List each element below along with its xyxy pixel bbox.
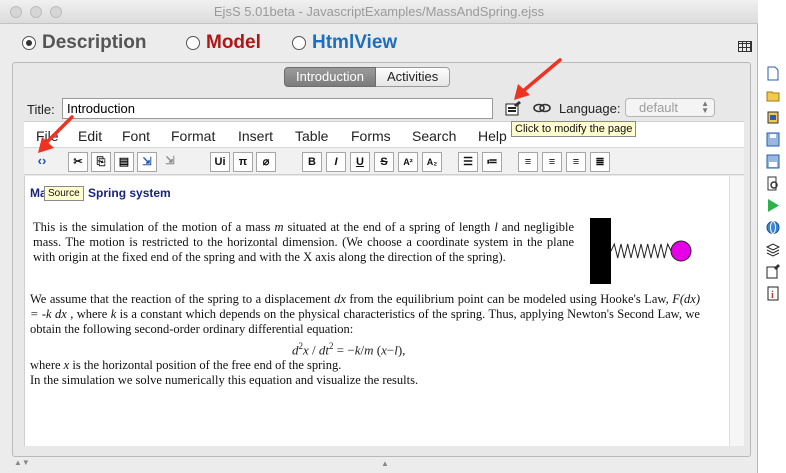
no-paint-icon[interactable]: ⌀ — [256, 152, 276, 172]
source-code-icon[interactable]: ‹› — [32, 152, 52, 172]
open-examples-icon[interactable] — [766, 110, 780, 125]
open-folder-icon[interactable] — [766, 88, 780, 103]
bold-button[interactable]: B — [302, 152, 322, 172]
italic-button[interactable]: I — [326, 152, 346, 172]
clear-icon[interactable]: ⇲ — [160, 152, 180, 172]
text-run: This is the simulation of the motion of … — [33, 220, 275, 234]
bullet-list-icon[interactable]: ☰ — [458, 152, 478, 172]
conclusion-line-1: where x is the horizontal position of th… — [30, 358, 700, 373]
menu-edit[interactable]: Edit — [78, 128, 102, 144]
text-run: where — [30, 358, 64, 372]
save-as-icon[interactable] — [766, 154, 780, 169]
svg-text:i: i — [771, 290, 774, 301]
stack-icon[interactable] — [766, 242, 780, 257]
table-grid-icon[interactable] — [738, 41, 752, 52]
subscript-button[interactable]: A₂ — [422, 152, 442, 172]
mode-description-label: Description — [42, 32, 147, 53]
new-file-icon[interactable] — [766, 66, 780, 81]
mode-htmlview-label: HtmlView — [312, 32, 398, 53]
link-icon[interactable] — [533, 102, 551, 114]
info-icon[interactable]: i — [766, 286, 780, 301]
globe-icon[interactable] — [766, 220, 780, 235]
strike-button[interactable]: S — [374, 152, 394, 172]
modify-tooltip: Click to modify the page — [511, 121, 637, 137]
right-toolbar: i — [758, 60, 786, 473]
mode-model-label: Model — [206, 32, 261, 53]
menu-help[interactable]: Help — [478, 128, 507, 144]
ode-equation: d2x / dt2 = −k/m (x−l), — [292, 341, 406, 358]
numbered-list-icon[interactable]: ≔ — [482, 152, 502, 172]
menu-table[interactable]: Table — [295, 128, 328, 144]
align-center-icon[interactable]: ≡ — [542, 152, 562, 172]
tab-activities[interactable]: Activities — [375, 67, 451, 87]
modify-page-icon[interactable] — [505, 101, 521, 116]
text-run: We assume that the reaction of the sprin… — [30, 292, 335, 306]
tab-introduction[interactable]: Introduction — [284, 67, 376, 87]
paragraph-conclusion: where x is the horizontal position of th… — [30, 358, 700, 388]
language-label: Language: — [559, 101, 621, 116]
radio-icon[interactable] — [186, 36, 200, 50]
window-title: EjsS 5.01beta - JavascriptExamples/MassA… — [213, 4, 545, 19]
menu-forms[interactable]: Forms — [351, 128, 391, 144]
run-icon[interactable] — [766, 198, 780, 213]
paragraph-hooke: We assume that the reaction of the sprin… — [30, 292, 700, 337]
select-arrows-icon: ▲ ▼ — [701, 99, 709, 115]
text-run: is a constant which depends on the physi… — [30, 307, 700, 336]
paste-special-icon[interactable]: ⇲ — [137, 152, 157, 172]
text-run: dx — [334, 292, 346, 306]
menu-insert[interactable]: Insert — [238, 128, 273, 144]
editor-scrollbar[interactable] — [729, 176, 744, 446]
page-tabs: Introduction Activities — [284, 67, 451, 87]
collapse-arrow-icon[interactable]: ▲ — [381, 459, 389, 468]
superscript-button[interactable]: A² — [398, 152, 418, 172]
main-window: EjsS 5.01beta - JavascriptExamples/MassA… — [0, 0, 758, 473]
status-bar: ▲▼ ▲ — [0, 457, 758, 473]
radio-icon[interactable] — [22, 36, 36, 50]
language-value: default — [639, 100, 679, 115]
language-select[interactable]: default ▲ ▼ — [625, 98, 715, 117]
text-run: situated at the end of a spring of lengt… — [283, 220, 495, 234]
mode-description[interactable]: Description — [22, 32, 147, 54]
pi-icon[interactable]: π — [233, 152, 253, 172]
red-arrow-source — [38, 115, 74, 153]
copy-icon[interactable]: ⎘ — [91, 152, 111, 172]
align-right-icon[interactable]: ≡ — [566, 152, 586, 172]
red-arrow-modify — [514, 58, 562, 100]
mode-selector: Description Model HtmlView — [0, 32, 758, 58]
text-run: is the horizontal position of the free e… — [69, 358, 342, 372]
edit-page-icon[interactable] — [766, 264, 780, 279]
menu-search[interactable]: Search — [412, 128, 456, 144]
align-left-icon[interactable]: ≡ — [518, 152, 538, 172]
mass-spring-figure — [590, 218, 692, 284]
mode-htmlview[interactable]: HtmlView — [292, 32, 397, 54]
underline-button[interactable]: U — [350, 152, 370, 172]
source-tooltip: Source — [44, 186, 84, 201]
save-icon[interactable] — [766, 132, 780, 147]
paragraph-intro: This is the simulation of the motion of … — [33, 220, 574, 265]
search-icon[interactable] — [766, 176, 780, 191]
text-run: from the equilibrium point can be modele… — [345, 292, 673, 306]
format-toolbar: ‹› ✂ ⎘ ▤ ⇲ ⇲ Ui π ⌀ B I U S A² A₂ ☰ ≔ ≡ … — [24, 147, 744, 175]
conclusion-line-2: In the simulation we solve numerically t… — [30, 373, 419, 387]
paste-icon[interactable]: ▤ — [114, 152, 134, 172]
title-bar: EjsS 5.01beta - JavascriptExamples/MassA… — [0, 0, 758, 24]
title-input[interactable] — [62, 98, 493, 119]
cut-icon[interactable]: ✂ — [68, 152, 88, 172]
resize-arrows-icon[interactable]: ▲▼ — [14, 458, 30, 467]
mode-model[interactable]: Model — [186, 32, 261, 54]
menu-font[interactable]: Font — [122, 128, 150, 144]
justify-icon[interactable]: ≣ — [590, 152, 610, 172]
menu-format[interactable]: Format — [171, 128, 215, 144]
unicode-icon[interactable]: Ui — [210, 152, 230, 172]
radio-icon[interactable] — [292, 36, 306, 50]
text-run: , where — [66, 307, 111, 321]
